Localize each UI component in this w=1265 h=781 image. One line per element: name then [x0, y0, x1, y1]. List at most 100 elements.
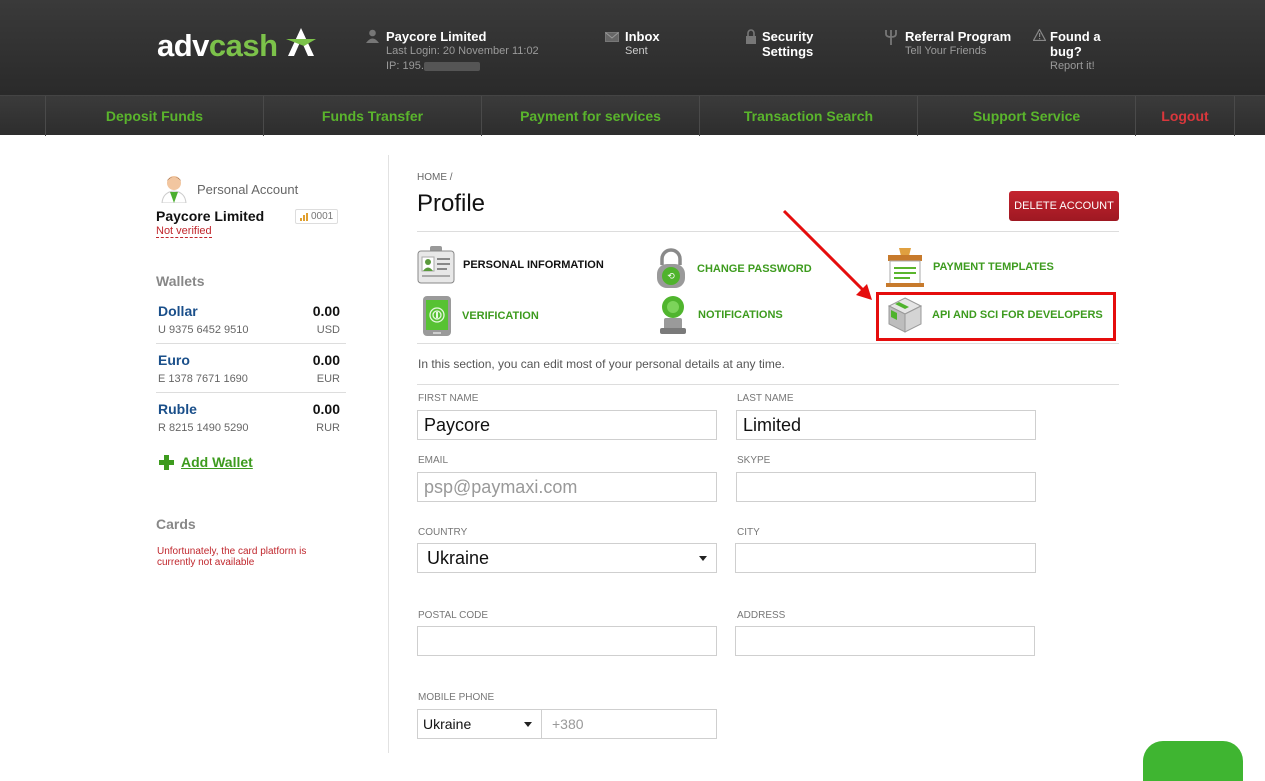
bug-title-line1: Found a [1050, 29, 1101, 44]
breadcrumb[interactable]: HOME / [417, 172, 453, 183]
id-card-icon [417, 246, 455, 284]
add-wallet-button[interactable]: Add Wallet [159, 454, 253, 470]
country-select[interactable]: Ukraine [417, 543, 717, 573]
bug-sub: Report it! [1050, 60, 1095, 72]
security-title-line2: Settings [762, 44, 814, 59]
notification-bell-icon [660, 296, 686, 334]
divider [417, 384, 1119, 385]
header-security-settings[interactable]: Security Settings [745, 29, 813, 59]
first-name-label: FIRST NAME [418, 393, 479, 404]
email-label: EMAIL [418, 455, 449, 466]
delete-account-button[interactable]: DELETE ACCOUNT [1009, 191, 1119, 221]
phone-country-select[interactable]: Ukraine [417, 709, 542, 739]
fingerprint-phone-icon [423, 296, 451, 336]
last-name-label: LAST NAME [737, 393, 794, 404]
header-account-name: Paycore Limited [386, 29, 487, 44]
email-field[interactable]: psp@paymaxi.com [417, 472, 717, 502]
wallet-euro[interactable]: Euro E 1378 7671 1690 0.00 EUR [156, 344, 346, 393]
avatar [161, 176, 187, 203]
skype-field[interactable] [736, 472, 1036, 502]
advcash-logo[interactable]: advcash [157, 28, 278, 64]
skype-label: SKYPE [737, 455, 771, 466]
warning-icon [1033, 29, 1046, 41]
wallet-currency: RUR [316, 422, 340, 434]
menu-verification[interactable]: VERIFICATION [420, 296, 539, 336]
envelope-icon [605, 32, 619, 42]
inbox-title: Inbox [625, 29, 660, 44]
sidebar-divider [388, 155, 389, 753]
wallet-name: Ruble [158, 401, 197, 417]
wallet-number: R 8215 1490 5290 [158, 422, 249, 434]
bug-title-line2: bug? [1050, 44, 1082, 59]
menu-notifications[interactable]: NOTIFICATIONS [656, 294, 783, 336]
header-found-bug[interactable]: Found a bug? Report it! [1033, 29, 1101, 74]
referral-title: Referral Program [905, 29, 1012, 44]
nav-funds-transfer[interactable]: Funds Transfer [263, 96, 481, 136]
wallet-balance: 0.00 [312, 352, 340, 368]
security-title-line1: Security [762, 29, 814, 44]
chevron-down-icon [699, 556, 707, 561]
nav-support-service[interactable]: Support Service [917, 96, 1135, 136]
menu-payment-templates[interactable]: PAYMENT TEMPLATES [885, 246, 1054, 288]
logo-text-cash: cash [208, 28, 278, 63]
lock-icon [746, 29, 756, 44]
menu-label: PERSONAL INFORMATION [463, 259, 604, 271]
referral-sub: Tell Your Friends [905, 45, 987, 57]
annotation-arrow-icon [782, 209, 872, 300]
account-level-badge[interactable]: 0001 [295, 209, 339, 224]
verification-status[interactable]: Not verified [156, 225, 212, 238]
level-bars-icon [300, 212, 308, 221]
cards-unavailable-message: Unfortunately, the card platform is curr… [157, 546, 307, 568]
account-type-label: Personal Account [197, 182, 299, 197]
city-label: CITY [737, 527, 760, 538]
country-value: Ukraine [427, 547, 490, 568]
plus-icon [159, 454, 174, 470]
menu-personal-information[interactable]: PERSONAL INFORMATION [417, 245, 604, 285]
section-intro-text: In this section, you can edit most of yo… [418, 357, 785, 371]
page-title: Profile [417, 190, 486, 217]
divider [417, 343, 1119, 344]
header-account[interactable]: Paycore Limited Last Login: 20 November … [366, 29, 539, 74]
header-inbox[interactable]: Inbox Sent [605, 29, 660, 59]
menu-label: VERIFICATION [462, 310, 539, 322]
postal-code-label: POSTAL CODE [418, 610, 489, 621]
first-name-field[interactable]: Paycore [417, 410, 717, 440]
wallets-heading: Wallets [156, 273, 205, 289]
city-field[interactable] [735, 543, 1036, 573]
account-level-value: 0001 [311, 211, 334, 222]
chat-widget-button[interactable] [1143, 741, 1243, 781]
last-login: Last Login: 20 November 11:02 [386, 45, 539, 57]
main-nav: Deposit Funds Funds Transfer Payment for… [0, 95, 1265, 136]
wallet-number: E 1378 7671 1690 [158, 373, 248, 385]
highlight-box [876, 292, 1116, 341]
nav-payment-for-services[interactable]: Payment for services [481, 96, 699, 136]
wallet-name: Dollar [158, 303, 198, 319]
address-label: ADDRESS [737, 610, 786, 621]
wallet-ruble[interactable]: Ruble R 8215 1490 5290 0.00 RUR [156, 393, 346, 442]
wallet-currency: EUR [316, 373, 340, 385]
inbox-sent: Sent [625, 45, 648, 57]
wallet-balance: 0.00 [312, 401, 340, 417]
nav-logout[interactable]: Logout [1135, 96, 1235, 136]
menu-label: PAYMENT TEMPLATES [933, 261, 1054, 273]
header-referral[interactable]: Referral Program Tell Your Friends [884, 29, 1011, 59]
nav-transaction-search[interactable]: Transaction Search [699, 96, 917, 136]
mobile-phone-label: MOBILE PHONE [418, 692, 495, 703]
wallet-name: Euro [158, 352, 190, 368]
country-label: COUNTRY [418, 527, 468, 538]
chevron-down-icon [524, 722, 532, 727]
address-field[interactable] [735, 626, 1035, 656]
user-icon [366, 29, 379, 43]
nav-deposit-funds[interactable]: Deposit Funds [45, 96, 263, 136]
wallet-currency: USD [316, 324, 340, 336]
account-name: Paycore Limited [156, 208, 265, 224]
top-header: advcash Paycore Limited Last Login: 20 N… [0, 0, 1265, 95]
sidebar: Personal Account Paycore Limited 0001 No… [150, 135, 388, 753]
last-name-field[interactable]: Limited [736, 410, 1036, 440]
phone-country-value: Ukraine [423, 716, 472, 732]
logo-text-adv: adv [157, 28, 209, 63]
wallet-dollar[interactable]: Dollar U 9375 6452 9510 0.00 USD [156, 295, 346, 344]
mobile-phone-field[interactable]: +380 [541, 709, 717, 739]
postal-code-field[interactable] [417, 626, 717, 656]
wallet-balance: 0.00 [312, 303, 340, 319]
